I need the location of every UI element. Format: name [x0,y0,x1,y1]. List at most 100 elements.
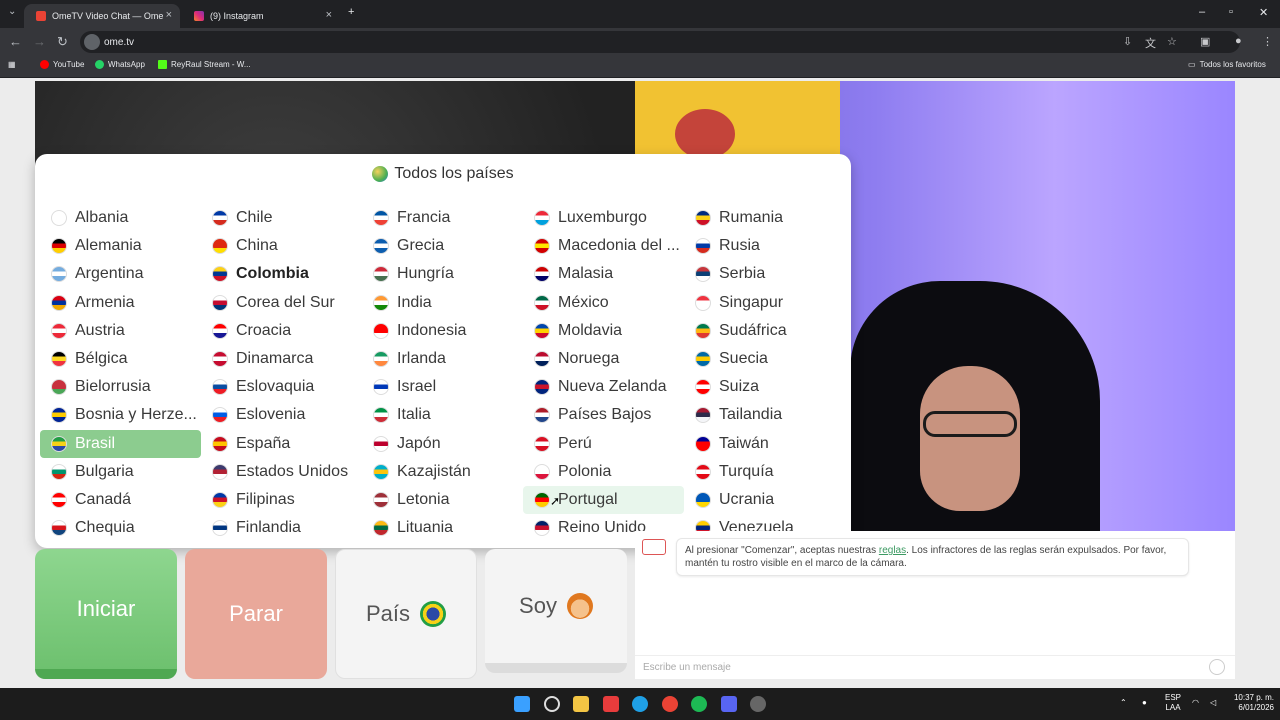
chrome-icon[interactable] [662,696,678,712]
bookmark-star-icon[interactable]: ☆ [1167,35,1177,48]
country-option[interactable]: Chequia [40,514,201,542]
stop-button[interactable]: Parar [185,549,327,679]
apps-icon[interactable]: ▦ [8,60,16,69]
app-icon[interactable] [603,696,619,712]
country-option[interactable]: Corea del Sur [201,289,362,317]
language-indicator[interactable]: ESP LAA [1162,693,1184,713]
country-option[interactable]: Colombia [201,260,362,288]
windows-start-icon[interactable] [514,696,530,712]
country-option[interactable]: Grecia [362,232,523,260]
country-option[interactable]: Suecia [684,345,845,373]
country-option[interactable]: Perú [523,430,684,458]
tab-instagram[interactable]: (9) Instagram × [182,4,340,28]
country-option[interactable]: Luxemburgo [523,204,684,232]
country-option[interactable]: Argentina [40,260,201,288]
country-option[interactable]: Tailandia [684,401,845,429]
back-icon[interactable]: ← [9,34,22,49]
country-option[interactable]: México [523,289,684,317]
bookmark-reyraul[interactable]: ReyRaul Stream - W... [158,60,251,69]
country-option[interactable]: Noruega [523,345,684,373]
gender-button[interactable]: Soy [485,549,627,673]
file-explorer-icon[interactable] [573,696,589,712]
country-option[interactable]: España [201,430,362,458]
country-option[interactable]: Sudáfrica [684,317,845,345]
country-option[interactable]: Albania [40,204,201,232]
country-option[interactable]: Filipinas [201,486,362,514]
country-option[interactable]: Lituania [362,514,523,542]
tab-ometv[interactable]: OmeTV Video Chat — Ome × [24,4,180,28]
country-option[interactable]: Nueva Zelanda [523,373,684,401]
country-option[interactable]: Ucrania [684,486,845,514]
new-tab-icon[interactable]: + [348,6,354,18]
country-option[interactable]: India [362,289,523,317]
country-option[interactable]: Eslovenia [201,401,362,429]
tab-search-icon[interactable]: ⌄ [8,6,16,17]
country-option[interactable]: Japón [362,430,523,458]
country-option[interactable]: Bulgaria [40,458,201,486]
chat-input[interactable]: Escribe un mensaje [635,655,1235,679]
reload-icon[interactable]: ↻ [57,34,68,50]
country-option[interactable]: Rusia [684,232,845,260]
tab-close-icon[interactable]: × [326,9,332,21]
bookmark-whatsapp[interactable]: WhatsApp [95,60,145,69]
forward-icon[interactable]: → [33,34,46,49]
country-option[interactable]: Macedonia del ... [523,232,684,260]
country-option[interactable]: Turquía [684,458,845,486]
country-option[interactable]: Singapur [684,289,845,317]
maximize-icon[interactable]: ▫ [1229,6,1233,18]
microphone-icon[interactable]: ● [1142,698,1147,708]
country-option[interactable]: Kazajistán [362,458,523,486]
minimize-icon[interactable]: – [1199,6,1205,18]
volume-icon[interactable]: ◁ [1210,698,1216,708]
install-app-icon[interactable]: ⇩ [1123,35,1132,48]
start-button[interactable]: Iniciar [35,549,177,679]
country-option[interactable]: Chile [201,204,362,232]
country-option[interactable]: Finlandia [201,514,362,542]
country-option[interactable]: Taiwán [684,430,845,458]
spotify-icon[interactable] [691,696,707,712]
country-option[interactable]: Bosnia y Herze... [40,401,201,429]
country-option[interactable]: Portugal [523,485,684,515]
country-option[interactable]: Armenia [40,289,201,317]
country-option[interactable]: Países Bajos [523,401,684,429]
close-window-icon[interactable]: ✕ [1259,6,1268,19]
clock[interactable]: 10:37 p. m. 6/01/2026 [1224,693,1274,713]
edge-icon[interactable] [632,696,648,712]
search-icon[interactable] [544,696,560,712]
country-option[interactable]: Brasil [40,429,201,458]
country-option[interactable]: Irlanda [362,345,523,373]
country-option[interactable]: Bielorrusia [40,373,201,401]
country-option[interactable]: Serbia [684,260,845,288]
country-option[interactable]: Bélgica [40,345,201,373]
country-option[interactable]: Suiza [684,373,845,401]
translate-icon[interactable]: 文 [1145,35,1156,51]
country-option[interactable]: Letonia [362,486,523,514]
extensions-icon[interactable]: ▣ [1200,35,1210,48]
country-option[interactable]: Canadá [40,486,201,514]
bookmark-youtube[interactable]: YouTube [40,60,84,69]
country-option[interactable]: China [201,232,362,260]
tab-close-icon[interactable]: × [166,9,172,21]
address-bar[interactable]: ome.tv [80,31,1240,53]
emoji-picker-icon[interactable] [1209,659,1225,675]
country-option[interactable]: Malasia [523,260,684,288]
country-option[interactable]: Estados Unidos [201,458,362,486]
country-option[interactable]: Indonesia [362,317,523,345]
discord-icon[interactable] [721,696,737,712]
country-option[interactable]: Israel [362,373,523,401]
country-option[interactable]: Austria [40,317,201,345]
country-option[interactable]: Moldavia [523,317,684,345]
country-option[interactable]: Francia [362,204,523,232]
country-option[interactable]: Italia [362,401,523,429]
country-dropdown-header[interactable]: Todos los países [35,165,851,183]
country-option[interactable]: Hungría [362,260,523,288]
profile-icon[interactable]: ● [1235,35,1242,47]
country-option[interactable]: Polonia [523,458,684,486]
country-option[interactable]: Croacia [201,317,362,345]
country-option[interactable]: Dinamarca [201,345,362,373]
site-info-icon[interactable] [84,34,100,50]
all-bookmarks-folder[interactable]: ▭ Todos los favoritos [1188,60,1266,69]
rules-link[interactable]: reglas [879,545,906,556]
tray-chevron-icon[interactable]: ⌃ [1120,698,1127,708]
wifi-icon[interactable]: ◠ [1192,698,1199,708]
